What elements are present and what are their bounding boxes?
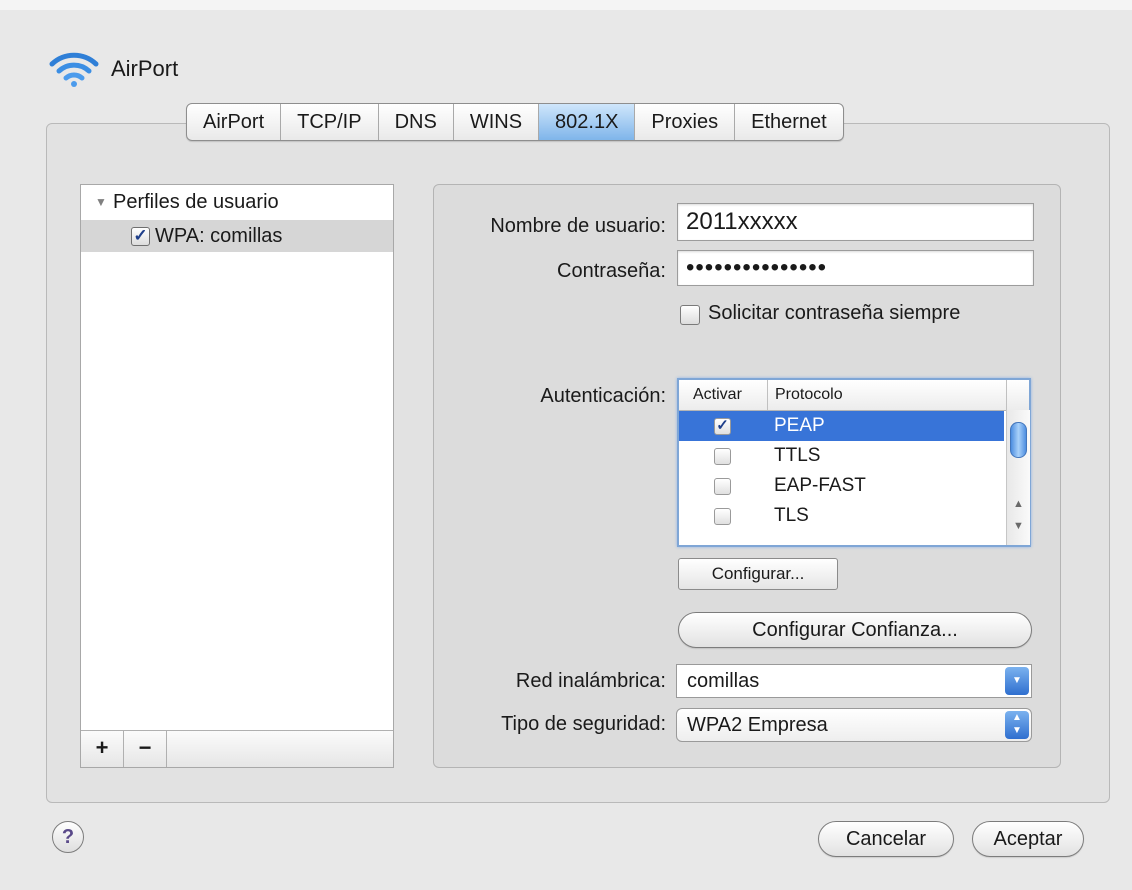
auth-table-header: Activar Protocolo <box>679 380 1029 411</box>
auth-protocol-label: EAP-FAST <box>774 475 866 496</box>
authentication-label: Autenticación: <box>540 385 666 407</box>
security-type-label: Tipo de seguridad: <box>501 713 666 735</box>
add-profile-button[interactable]: + <box>81 731 124 767</box>
profile-item-label: WPA: comillas <box>155 225 283 247</box>
password-label: Contraseña: <box>557 260 666 282</box>
password-field[interactable]: ••••••••••••••• <box>677 250 1034 286</box>
column-separator <box>1006 380 1007 410</box>
profile-enabled-checkbox[interactable]: ✓ <box>131 227 150 246</box>
tab-wins[interactable]: WINS <box>454 104 540 140</box>
window-top-strip <box>0 0 1132 10</box>
tab-ethernet[interactable]: Ethernet <box>735 104 843 140</box>
tls-enable-checkbox[interactable] <box>714 508 731 525</box>
security-type-popup[interactable]: WPA2 Empresa ▲ ▼ <box>676 708 1032 742</box>
ask-password-checkbox[interactable] <box>680 305 700 325</box>
wireless-network-combobox[interactable]: comillas ▼ <box>676 664 1032 698</box>
user-profiles-list: ▼ Perfiles de usuario ✓ WPA: comillas + … <box>80 184 394 768</box>
ask-password-label: Solicitar contraseña siempre <box>708 302 961 324</box>
auth-protocol-label: PEAP <box>774 415 825 436</box>
configure-button[interactable]: Configurar... <box>678 558 838 590</box>
up-down-arrows-icon[interactable]: ▲ ▼ <box>1005 711 1029 739</box>
username-label: Nombre de usuario: <box>490 215 666 237</box>
profiles-group-header[interactable]: ▼ Perfiles de usuario <box>81 191 393 219</box>
ttls-enable-checkbox[interactable] <box>714 448 731 465</box>
window-title: AirPort <box>111 56 179 81</box>
chevron-down-icon[interactable]: ▼ <box>1005 667 1029 695</box>
column-enable[interactable]: Activar <box>693 386 742 404</box>
disclosure-triangle-icon[interactable]: ▼ <box>95 195 107 209</box>
auth-row-ttls[interactable]: TTLS <box>679 441 1004 471</box>
tab-tcpip[interactable]: TCP/IP <box>281 104 379 140</box>
authentication-table: Activar Protocolo ✓ PEAP TTLS EAP-FAST T… <box>677 378 1031 547</box>
profiles-toolbar: + − <box>81 730 393 767</box>
wireless-network-value: comillas <box>687 670 760 692</box>
column-protocol[interactable]: Protocolo <box>775 386 843 404</box>
tab-bar: AirPort TCP/IP DNS WINS 802.1X Proxies E… <box>186 103 844 141</box>
username-field[interactable]: 2011xxxxx <box>677 203 1034 241</box>
remove-profile-button[interactable]: − <box>124 731 167 767</box>
scroll-up-arrow-icon[interactable]: ▲ <box>1013 498 1024 510</box>
network-settings-window: AirPort AirPort TCP/IP DNS WINS 802.1X P… <box>0 0 1132 890</box>
auth-row-eap-fast[interactable]: EAP-FAST <box>679 471 1004 501</box>
eap-fast-enable-checkbox[interactable] <box>714 478 731 495</box>
wifi-icon <box>49 52 99 87</box>
help-button[interactable]: ? <box>52 821 84 853</box>
profile-item-wpa-comillas[interactable]: ✓ WPA: comillas <box>81 220 393 252</box>
tab-airport[interactable]: AirPort <box>187 104 282 140</box>
auth-protocol-label: TTLS <box>774 445 821 466</box>
tab-dns[interactable]: DNS <box>379 104 454 140</box>
tab-8021x[interactable]: 802.1X <box>539 104 636 140</box>
auth-protocol-label: TLS <box>774 505 809 526</box>
ok-button[interactable]: Aceptar <box>972 821 1084 857</box>
security-type-value: WPA2 Empresa <box>687 714 828 736</box>
cancel-button[interactable]: Cancelar <box>818 821 954 857</box>
scroll-down-arrow-icon[interactable]: ▼ <box>1013 520 1024 532</box>
auth-row-peap[interactable]: ✓ PEAP <box>679 411 1004 441</box>
peap-enable-checkbox[interactable]: ✓ <box>714 418 731 435</box>
scrollbar-thumb[interactable] <box>1010 422 1027 458</box>
auth-table-scrollbar[interactable]: ▲ ▼ <box>1006 410 1030 545</box>
auth-row-tls[interactable]: TLS <box>679 501 1004 531</box>
column-separator <box>767 380 768 410</box>
configure-trust-button[interactable]: Configurar Confianza... <box>678 612 1032 648</box>
profiles-header-label: Perfiles de usuario <box>113 191 279 213</box>
wireless-network-label: Red inalámbrica: <box>515 670 666 692</box>
tab-proxies[interactable]: Proxies <box>635 104 736 140</box>
